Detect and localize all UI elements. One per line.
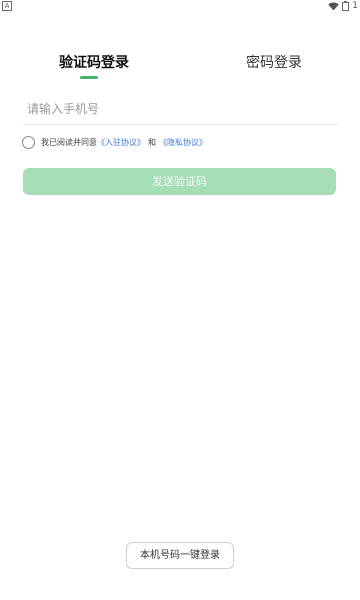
- battery-icon: [342, 1, 350, 11]
- notification-icon: A: [2, 1, 12, 11]
- tab-sms-code-login[interactable]: 验证码登录: [59, 52, 129, 72]
- agreement-row: 我已阅读并同意 《入驻协议》 和 《隐私协议》: [22, 136, 207, 149]
- status-icons: 1: [328, 1, 358, 11]
- settlement-agreement-link[interactable]: 《入驻协议》: [97, 137, 145, 148]
- privacy-agreement-link[interactable]: 《隐私协议》: [159, 137, 207, 148]
- active-tab-indicator: [80, 76, 98, 79]
- tab-password-login[interactable]: 密码登录: [246, 52, 302, 72]
- phone-number-input[interactable]: [23, 94, 339, 125]
- wifi-icon: [328, 2, 339, 10]
- login-tabs: 验证码登录 密码登录: [0, 52, 360, 82]
- status-text: 1: [352, 1, 358, 11]
- login-screen: A 1 验证码登录 密码登录 我已阅读并同意 《入驻协议》 和 《隐私协议》 发…: [0, 0, 360, 600]
- one-click-login-button[interactable]: 本机号码一键登录: [126, 542, 234, 569]
- agreement-and-text: 和: [148, 138, 156, 147]
- agreement-checkbox[interactable]: [22, 136, 35, 149]
- status-bar: A 1: [0, 0, 360, 14]
- send-code-button[interactable]: 发送验证码: [23, 168, 336, 195]
- agreement-prefix-text: 我已阅读并同意: [41, 138, 97, 147]
